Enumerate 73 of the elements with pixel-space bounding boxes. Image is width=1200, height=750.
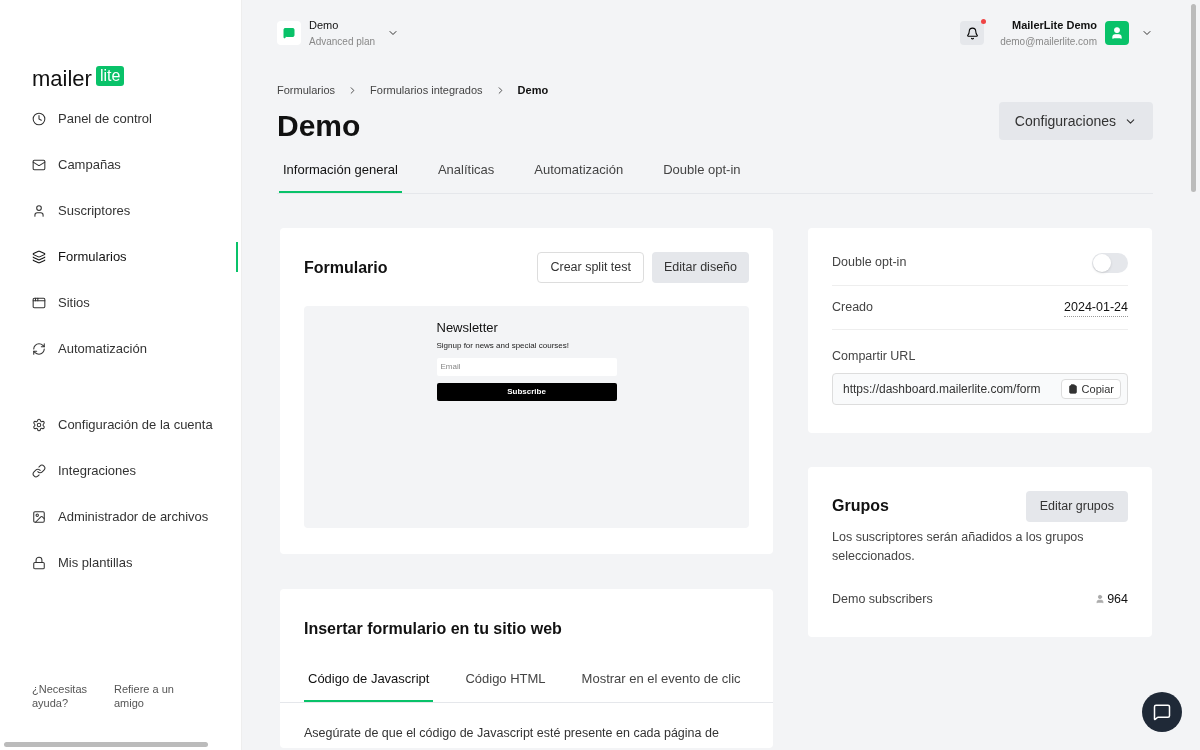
- email-field[interactable]: Email: [436, 357, 617, 376]
- avatar[interactable]: [1105, 21, 1129, 45]
- edit-design-button[interactable]: Editar diseño: [652, 252, 749, 283]
- split-test-button[interactable]: Crear split test: [537, 252, 645, 283]
- nav-item[interactable]: Suscriptores: [0, 201, 131, 221]
- edit-groups-button[interactable]: Editar grupos: [1025, 490, 1128, 522]
- share-url-field[interactable]: https://dashboard.mailerlite.com/form Copiar: [832, 372, 1128, 405]
- nav-item[interactable]: Sitios: [0, 293, 90, 313]
- setting-label: Creado: [832, 299, 873, 317]
- nav-item[interactable]: Campañas: [0, 155, 121, 175]
- envelope-icon: [32, 158, 46, 172]
- tab[interactable]: Mostrar en el evento de clic: [577, 664, 745, 703]
- copy-button[interactable]: Copiar: [1060, 378, 1121, 399]
- setting-label: Compartir URL: [832, 348, 917, 365]
- chat-icon: [1153, 703, 1171, 721]
- layers-icon: [32, 250, 46, 264]
- tab[interactable]: Analíticas: [433, 155, 499, 193]
- logo-wordmark: mailer: [32, 68, 92, 90]
- preview-subtitle: Signup for news and special courses!: [436, 339, 571, 352]
- tab[interactable]: Información general: [279, 155, 402, 193]
- clipboard-icon: [1067, 383, 1078, 394]
- embed-instructions: Asegúrate de que el código de Javascript esté presente en cada página de: [303, 725, 720, 742]
- active-indicator: [236, 242, 238, 272]
- tab[interactable]: Double opt-in: [659, 155, 745, 193]
- account-plan: Advanced plan: [309, 34, 376, 49]
- group-name: Demo subscribers: [832, 590, 933, 608]
- horizontal-scrollbar[interactable]: [4, 742, 208, 747]
- tab[interactable]: Código de Javascript: [304, 664, 434, 703]
- user-email: demo@mailerlite.com: [1000, 34, 1097, 49]
- groups-description: Los suscriptores serán añadidos a los grupos seleccionados.: [832, 528, 1085, 565]
- settings-dropdown-button[interactable]: Configuraciones: [998, 102, 1153, 140]
- user-name: MailerLite Demo: [1011, 18, 1097, 34]
- refer-link[interactable]: Refiere a un amigo: [114, 682, 194, 710]
- chat-bubble-icon: [283, 27, 295, 39]
- logo-badge: lite: [95, 66, 125, 86]
- account-name: Demo: [309, 18, 340, 34]
- page-title: Demo: [277, 107, 361, 144]
- setting-label: Double opt-in: [832, 254, 907, 272]
- settings-icon: [32, 418, 46, 432]
- nav-item[interactable]: Configuración de la cuenta: [0, 415, 213, 435]
- link-icon: [32, 464, 46, 478]
- preview-title: Newsletter: [436, 319, 499, 337]
- subscriber-count: 964: [1107, 590, 1128, 608]
- notifications-button[interactable]: [960, 21, 985, 45]
- clock-icon: [32, 112, 46, 126]
- card-title: Grupos: [832, 496, 889, 517]
- nav-item[interactable]: Mis plantillas: [0, 553, 133, 573]
- person-icon: [1095, 594, 1106, 605]
- tab[interactable]: Automatización: [530, 155, 628, 193]
- nav-item[interactable]: Integraciones: [0, 461, 137, 481]
- card-title: Insertar formulario en tu sitio web: [303, 618, 563, 639]
- help-link[interactable]: ¿Necesitas ayuda?: [32, 682, 102, 710]
- tab[interactable]: Código HTML: [461, 664, 550, 703]
- nav-item[interactable]: Automatización: [0, 339, 147, 359]
- chat-button[interactable]: [1142, 692, 1182, 732]
- image-icon: [32, 510, 46, 524]
- nav-item[interactable]: Panel de control: [0, 109, 152, 129]
- breadcrumb[interactable]: Demo: [517, 82, 549, 99]
- breadcrumb[interactable]: Formularios integrados: [370, 82, 483, 99]
- breadcrumb[interactable]: Formularios: [277, 82, 336, 99]
- user-icon: [32, 204, 46, 218]
- lock-icon: [32, 556, 46, 570]
- browser-icon: [32, 296, 46, 310]
- nav-item[interactable]: Administrador de archivos: [0, 507, 209, 527]
- refresh-icon: [32, 342, 46, 356]
- vertical-scrollbar[interactable]: [1191, 4, 1196, 192]
- user-icon: [1110, 26, 1124, 40]
- bell-icon: [965, 26, 979, 40]
- nav-item[interactable]: Formularios: [0, 247, 127, 267]
- card-title: Formulario: [304, 257, 388, 278]
- subscribe-button[interactable]: Subscribe: [436, 383, 617, 401]
- toggle-switch[interactable]: [1092, 252, 1128, 273]
- created-date: 2024-01-24: [1064, 297, 1128, 318]
